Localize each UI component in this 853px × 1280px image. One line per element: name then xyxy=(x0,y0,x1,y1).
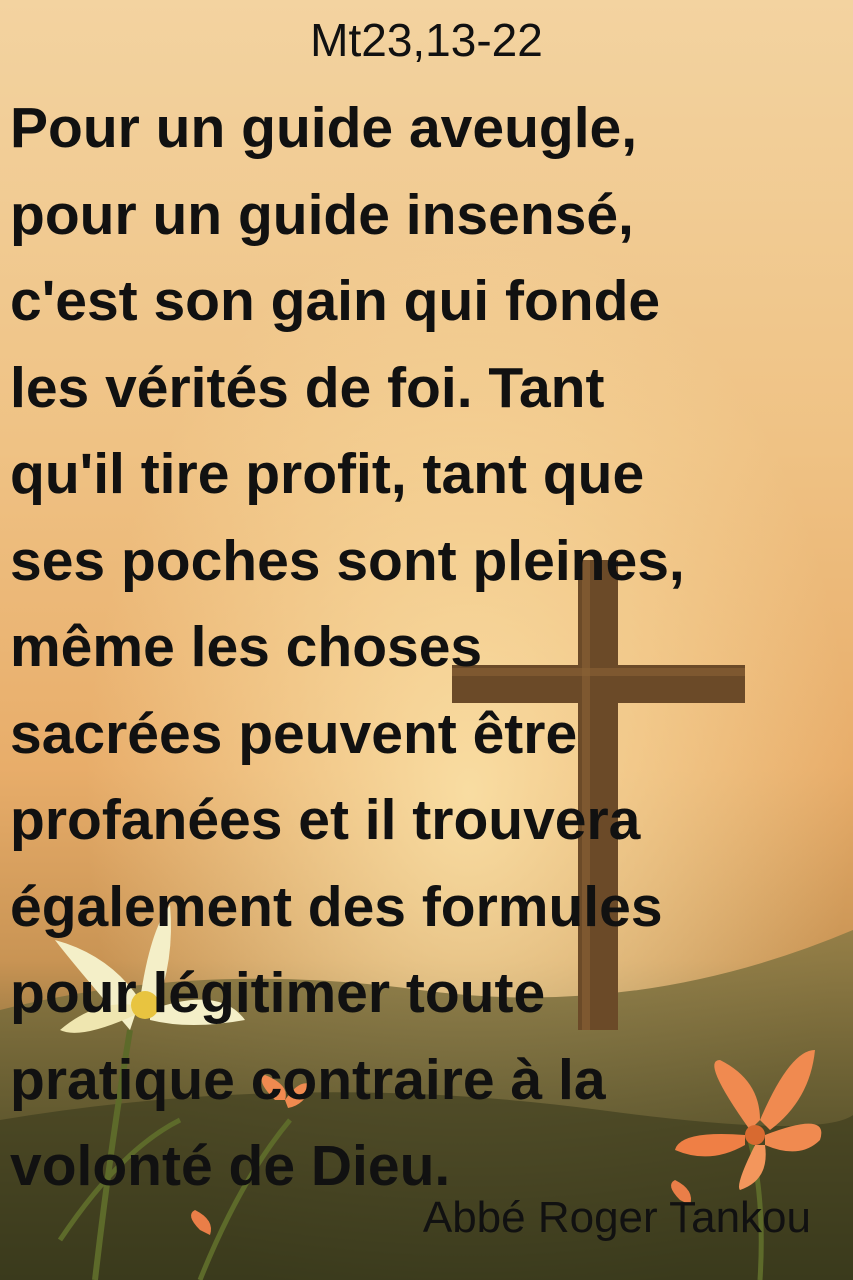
author-signature: Abbé Roger Tankou xyxy=(422,1193,811,1242)
quote-line: sacrées peuvent être xyxy=(10,701,578,766)
scripture-reference: Mt23,13-22 xyxy=(310,14,543,66)
quote-line: ses poches sont pleines, xyxy=(10,528,685,593)
quote-line: les vérités de foi. Tant xyxy=(10,355,605,420)
quote-line: même les choses xyxy=(10,615,483,679)
quote-text: Pour un guide aveugle, pour un guide ins… xyxy=(10,85,850,1210)
quote-line: c'est son gain qui fonde xyxy=(10,269,661,333)
quote-line: également des formules xyxy=(10,874,663,939)
quote-line: pour légitimer toute xyxy=(10,961,546,1025)
quote-line: Pour un guide aveugle, xyxy=(10,96,638,160)
quote-line: profanées et il trouvera xyxy=(10,788,641,852)
quote-line: pratique contraire à la xyxy=(10,1047,606,1112)
quote-line: qu'il tire profit, tant que xyxy=(10,442,645,506)
quote-line: pour un guide insensé, xyxy=(10,182,634,247)
